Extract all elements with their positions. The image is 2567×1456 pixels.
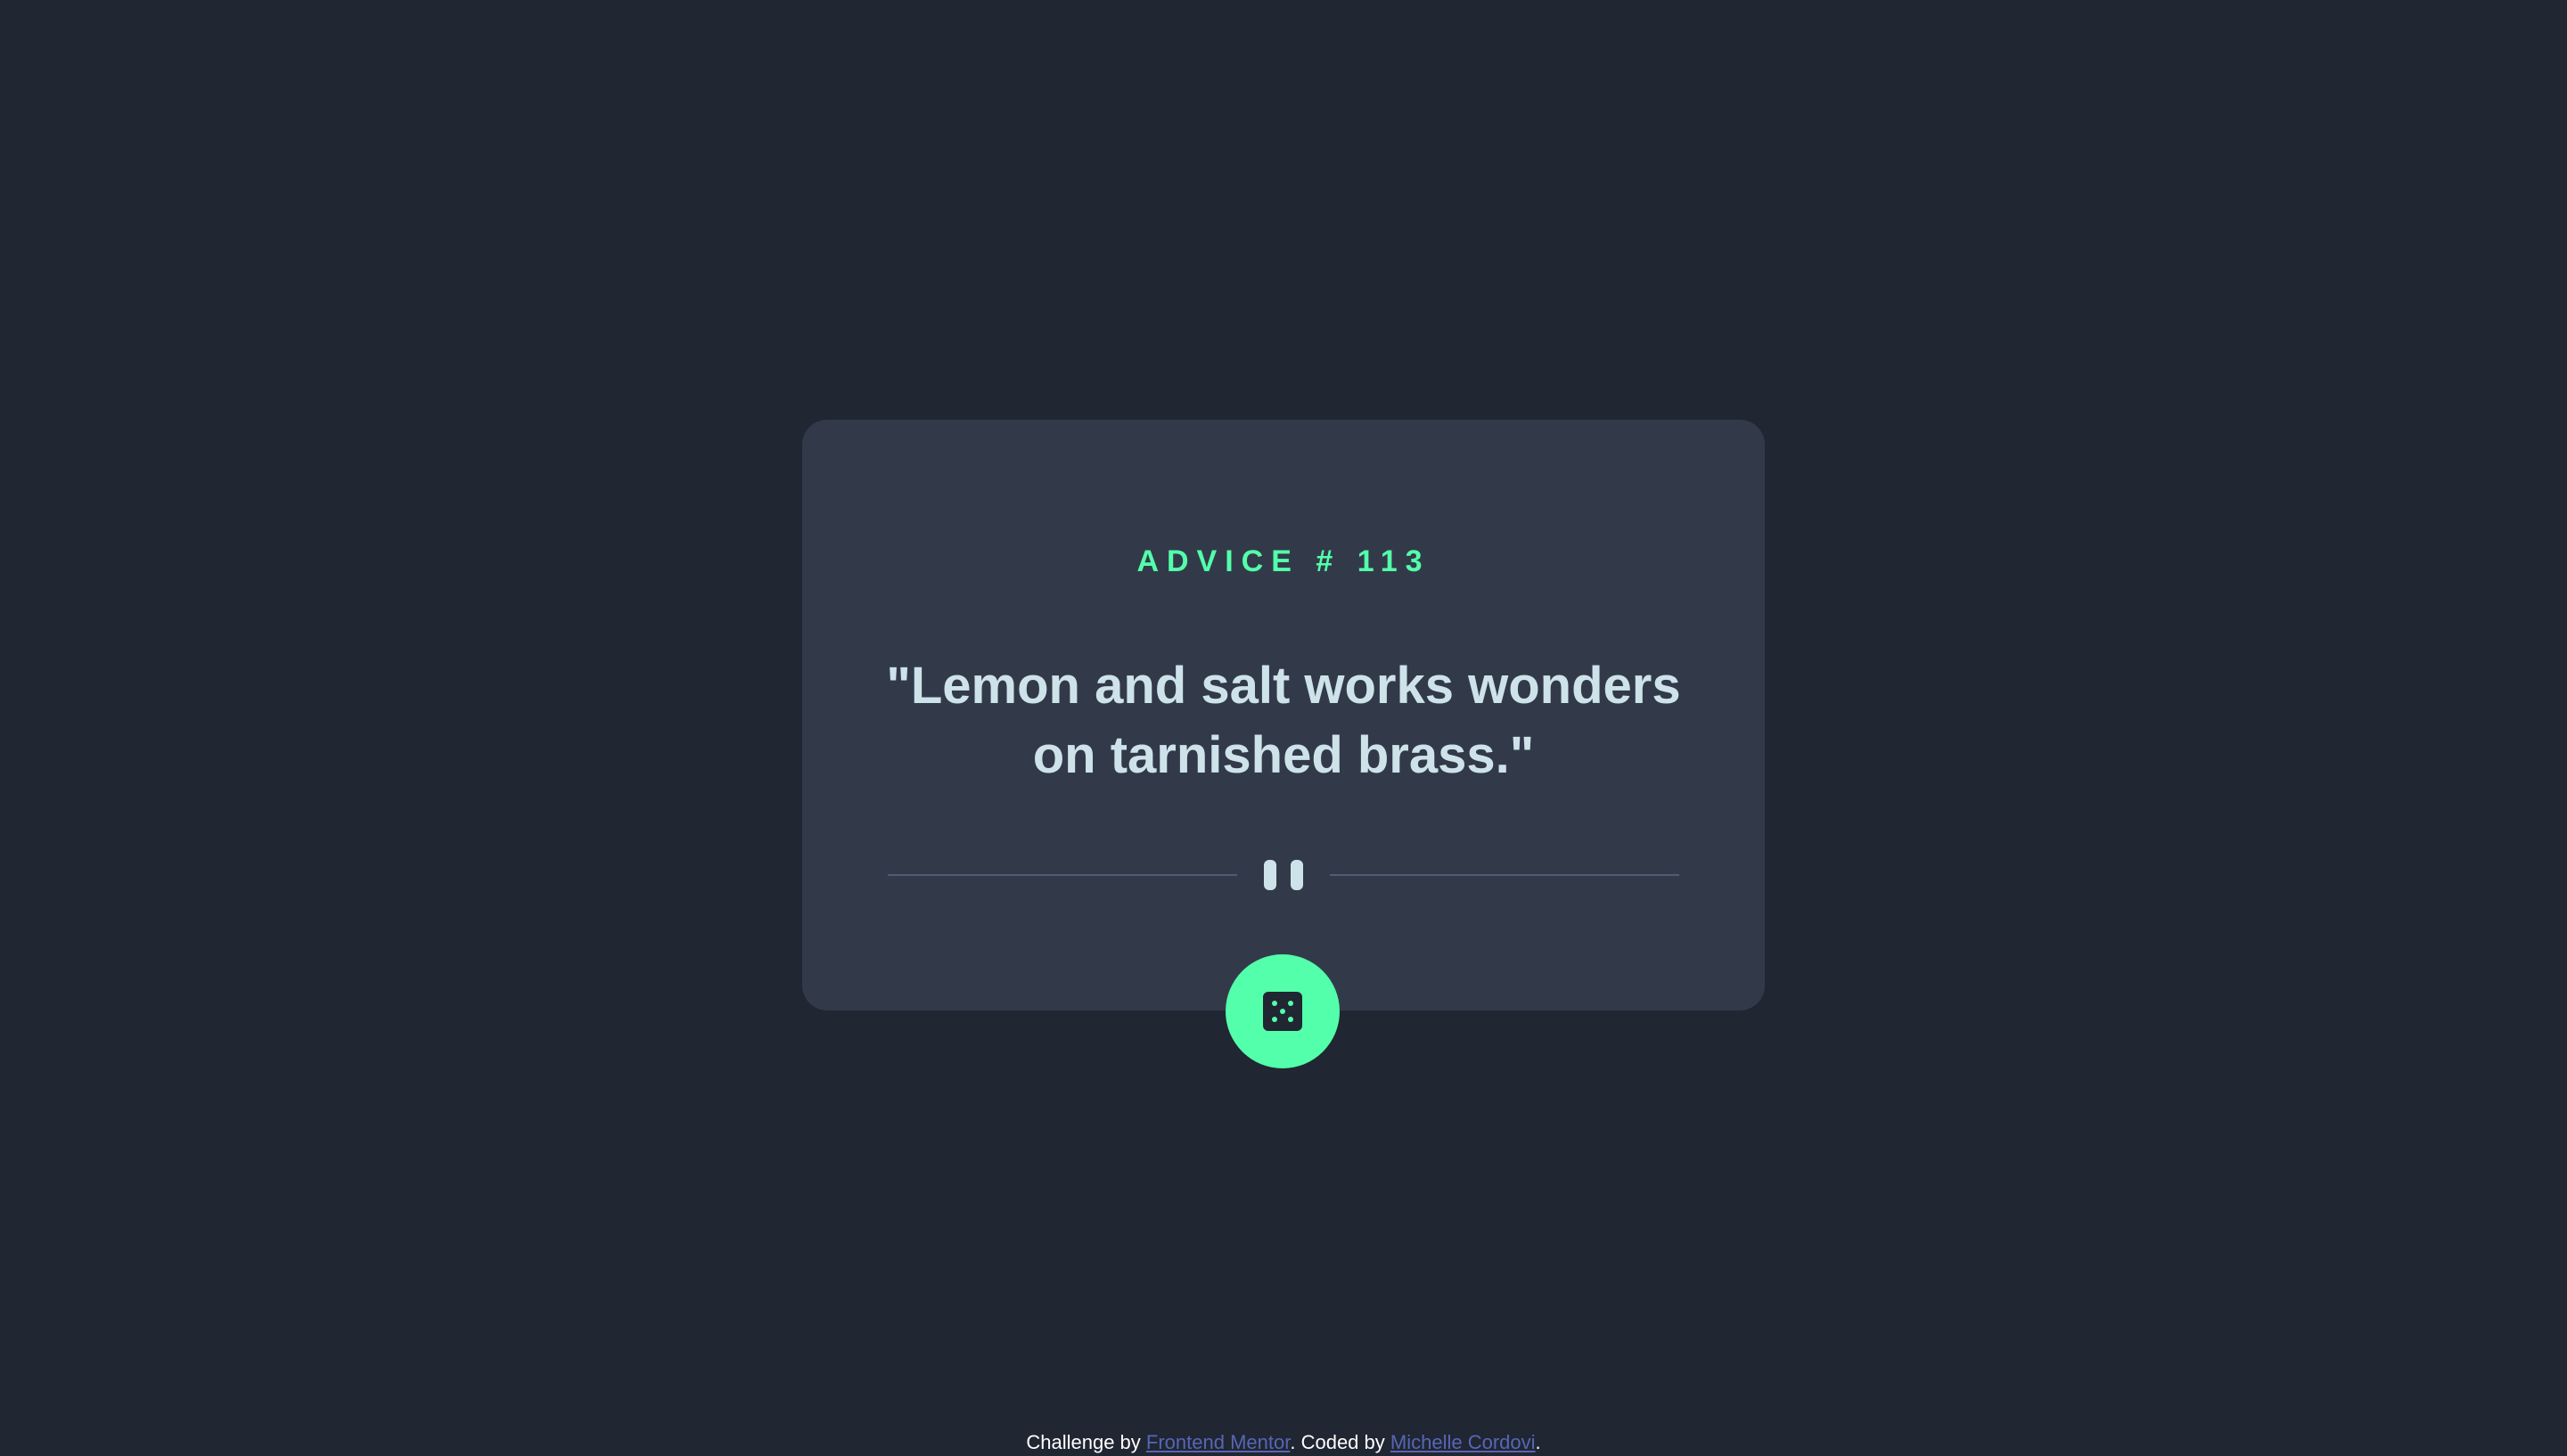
divider [888,860,1679,890]
footer-prefix: Challenge by [1026,1431,1141,1453]
pause-icon [1264,860,1303,890]
divider-line-right [1330,874,1679,876]
pause-bar-left [1264,860,1276,890]
dice-icon [1263,992,1302,1031]
pause-bar-right [1291,860,1303,890]
dice-button[interactable] [1226,954,1340,1068]
advice-id: ADVICE # 113 [1136,544,1431,578]
author-link[interactable]: Michelle Cordovi [1390,1431,1536,1453]
footer-suffix: . [1535,1431,1541,1453]
advice-text: "Lemon and salt works wonders on tarnish… [886,657,1681,784]
footer-middle: . Coded by [1290,1431,1385,1453]
footer-attribution: Challenge by Frontend Mentor. Coded by M… [0,1431,2567,1454]
frontend-mentor-link[interactable]: Frontend Mentor [1146,1431,1290,1453]
advice-card: ADVICE # 113 "Lemon and salt works wonde… [802,420,1765,1010]
divider-line-left [888,874,1237,876]
